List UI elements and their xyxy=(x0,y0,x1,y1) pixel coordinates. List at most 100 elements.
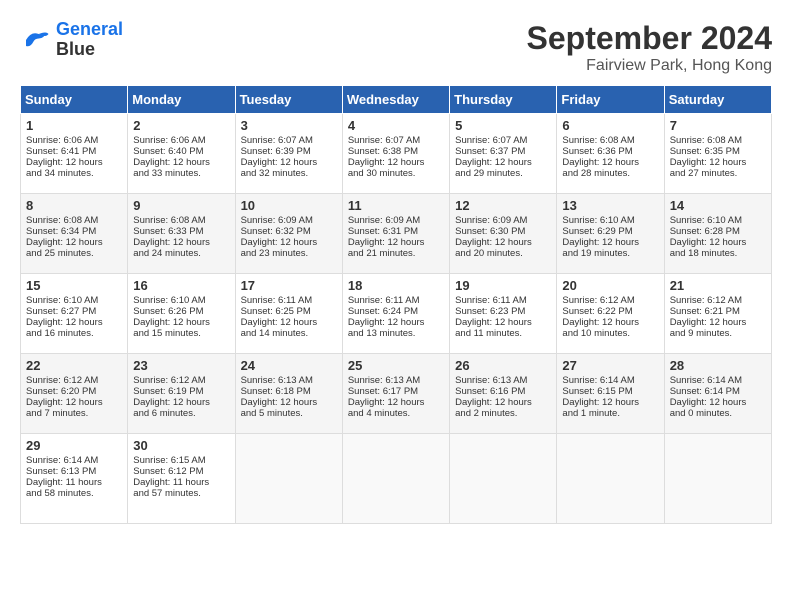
table-row: 5Sunrise: 6:07 AMSunset: 6:37 PMDaylight… xyxy=(450,114,557,194)
day-content: Sunrise: 6:08 AM xyxy=(670,135,766,146)
day-content: Daylight: 12 hours xyxy=(348,157,444,168)
table-row: 6Sunrise: 6:08 AMSunset: 6:36 PMDaylight… xyxy=(557,114,664,194)
table-row: 14Sunrise: 6:10 AMSunset: 6:28 PMDayligh… xyxy=(664,194,771,274)
header-monday: Monday xyxy=(128,86,235,114)
day-content: Sunset: 6:39 PM xyxy=(241,146,337,157)
day-content: Sunset: 6:31 PM xyxy=(348,226,444,237)
day-content: and 15 minutes. xyxy=(133,328,229,339)
day-content: Daylight: 12 hours xyxy=(241,397,337,408)
table-row: 1Sunrise: 6:06 AMSunset: 6:41 PMDaylight… xyxy=(21,114,128,194)
day-content: Sunset: 6:19 PM xyxy=(133,386,229,397)
day-content: and 10 minutes. xyxy=(562,328,658,339)
day-number: 8 xyxy=(26,198,122,213)
day-number: 23 xyxy=(133,358,229,373)
day-content: Sunrise: 6:09 AM xyxy=(241,215,337,226)
table-row: 28Sunrise: 6:14 AMSunset: 6:14 PMDayligh… xyxy=(664,354,771,434)
day-content: Daylight: 12 hours xyxy=(562,237,658,248)
day-number: 1 xyxy=(26,118,122,133)
logo-text: General Blue xyxy=(56,20,123,60)
day-content: Sunset: 6:26 PM xyxy=(133,306,229,317)
day-number: 12 xyxy=(455,198,551,213)
table-row: 3Sunrise: 6:07 AMSunset: 6:39 PMDaylight… xyxy=(235,114,342,194)
day-number: 14 xyxy=(670,198,766,213)
day-number: 6 xyxy=(562,118,658,133)
calendar-week-row: 22Sunrise: 6:12 AMSunset: 6:20 PMDayligh… xyxy=(21,354,772,434)
day-number: 3 xyxy=(241,118,337,133)
day-content: and 16 minutes. xyxy=(26,328,122,339)
day-number: 15 xyxy=(26,278,122,293)
logo-line1: General xyxy=(56,19,123,39)
table-row: 2Sunrise: 6:06 AMSunset: 6:40 PMDaylight… xyxy=(128,114,235,194)
table-row: 25Sunrise: 6:13 AMSunset: 6:17 PMDayligh… xyxy=(342,354,449,434)
day-content: Sunset: 6:36 PM xyxy=(562,146,658,157)
day-content: Sunrise: 6:06 AM xyxy=(133,135,229,146)
day-content: Sunrise: 6:09 AM xyxy=(455,215,551,226)
day-number: 27 xyxy=(562,358,658,373)
day-number: 25 xyxy=(348,358,444,373)
day-content: Daylight: 12 hours xyxy=(348,237,444,248)
day-content: Daylight: 12 hours xyxy=(562,157,658,168)
day-content: Daylight: 12 hours xyxy=(133,317,229,328)
day-content: Daylight: 12 hours xyxy=(26,157,122,168)
day-content: Sunrise: 6:12 AM xyxy=(133,375,229,386)
day-content: Sunset: 6:35 PM xyxy=(670,146,766,157)
day-content: Daylight: 11 hours xyxy=(133,477,229,488)
day-content: and 33 minutes. xyxy=(133,168,229,179)
day-content: Daylight: 11 hours xyxy=(26,477,122,488)
day-content: and 7 minutes. xyxy=(26,408,122,419)
day-number: 13 xyxy=(562,198,658,213)
day-content: Daylight: 12 hours xyxy=(348,317,444,328)
day-content: and 21 minutes. xyxy=(348,248,444,259)
day-content: Sunset: 6:29 PM xyxy=(562,226,658,237)
day-content: and 29 minutes. xyxy=(455,168,551,179)
day-content: Daylight: 12 hours xyxy=(670,397,766,408)
day-content: Sunrise: 6:14 AM xyxy=(26,455,122,466)
day-content: and 13 minutes. xyxy=(348,328,444,339)
table-row: 26Sunrise: 6:13 AMSunset: 6:16 PMDayligh… xyxy=(450,354,557,434)
day-number: 11 xyxy=(348,198,444,213)
day-content: and 1 minute. xyxy=(562,408,658,419)
day-content: Daylight: 12 hours xyxy=(241,237,337,248)
table-row xyxy=(557,434,664,524)
day-content: Sunset: 6:41 PM xyxy=(26,146,122,157)
day-number: 7 xyxy=(670,118,766,133)
title-block: September 2024 Fairview Park, Hong Kong xyxy=(527,20,772,75)
day-content: and 58 minutes. xyxy=(26,488,122,499)
day-content: Daylight: 12 hours xyxy=(26,317,122,328)
day-number: 17 xyxy=(241,278,337,293)
table-row xyxy=(450,434,557,524)
day-number: 26 xyxy=(455,358,551,373)
calendar-week-row: 8Sunrise: 6:08 AMSunset: 6:34 PMDaylight… xyxy=(21,194,772,274)
day-content: Sunset: 6:38 PM xyxy=(348,146,444,157)
calendar-header-row: Sunday Monday Tuesday Wednesday Thursday… xyxy=(21,86,772,114)
day-content: and 5 minutes. xyxy=(241,408,337,419)
day-number: 5 xyxy=(455,118,551,133)
table-row: 12Sunrise: 6:09 AMSunset: 6:30 PMDayligh… xyxy=(450,194,557,274)
day-content: Sunset: 6:18 PM xyxy=(241,386,337,397)
day-number: 16 xyxy=(133,278,229,293)
day-content: and 14 minutes. xyxy=(241,328,337,339)
day-content: and 32 minutes. xyxy=(241,168,337,179)
day-content: Sunset: 6:24 PM xyxy=(348,306,444,317)
day-content: and 0 minutes. xyxy=(670,408,766,419)
table-row: 11Sunrise: 6:09 AMSunset: 6:31 PMDayligh… xyxy=(342,194,449,274)
day-content: Daylight: 12 hours xyxy=(562,317,658,328)
table-row: 19Sunrise: 6:11 AMSunset: 6:23 PMDayligh… xyxy=(450,274,557,354)
day-content: Sunrise: 6:11 AM xyxy=(455,295,551,306)
logo-line2: Blue xyxy=(56,40,123,60)
day-content: Daylight: 12 hours xyxy=(670,157,766,168)
day-content: Sunset: 6:16 PM xyxy=(455,386,551,397)
day-content: Sunset: 6:12 PM xyxy=(133,466,229,477)
day-content: and 34 minutes. xyxy=(26,168,122,179)
day-content: Sunrise: 6:10 AM xyxy=(26,295,122,306)
day-content: and 25 minutes. xyxy=(26,248,122,259)
day-content: Daylight: 12 hours xyxy=(26,397,122,408)
month-title: September 2024 xyxy=(527,20,772,57)
day-number: 18 xyxy=(348,278,444,293)
day-number: 24 xyxy=(241,358,337,373)
day-content: Sunset: 6:30 PM xyxy=(455,226,551,237)
day-content: Sunset: 6:22 PM xyxy=(562,306,658,317)
day-content: Sunrise: 6:10 AM xyxy=(670,215,766,226)
day-content: Daylight: 12 hours xyxy=(455,397,551,408)
day-content: Sunset: 6:20 PM xyxy=(26,386,122,397)
